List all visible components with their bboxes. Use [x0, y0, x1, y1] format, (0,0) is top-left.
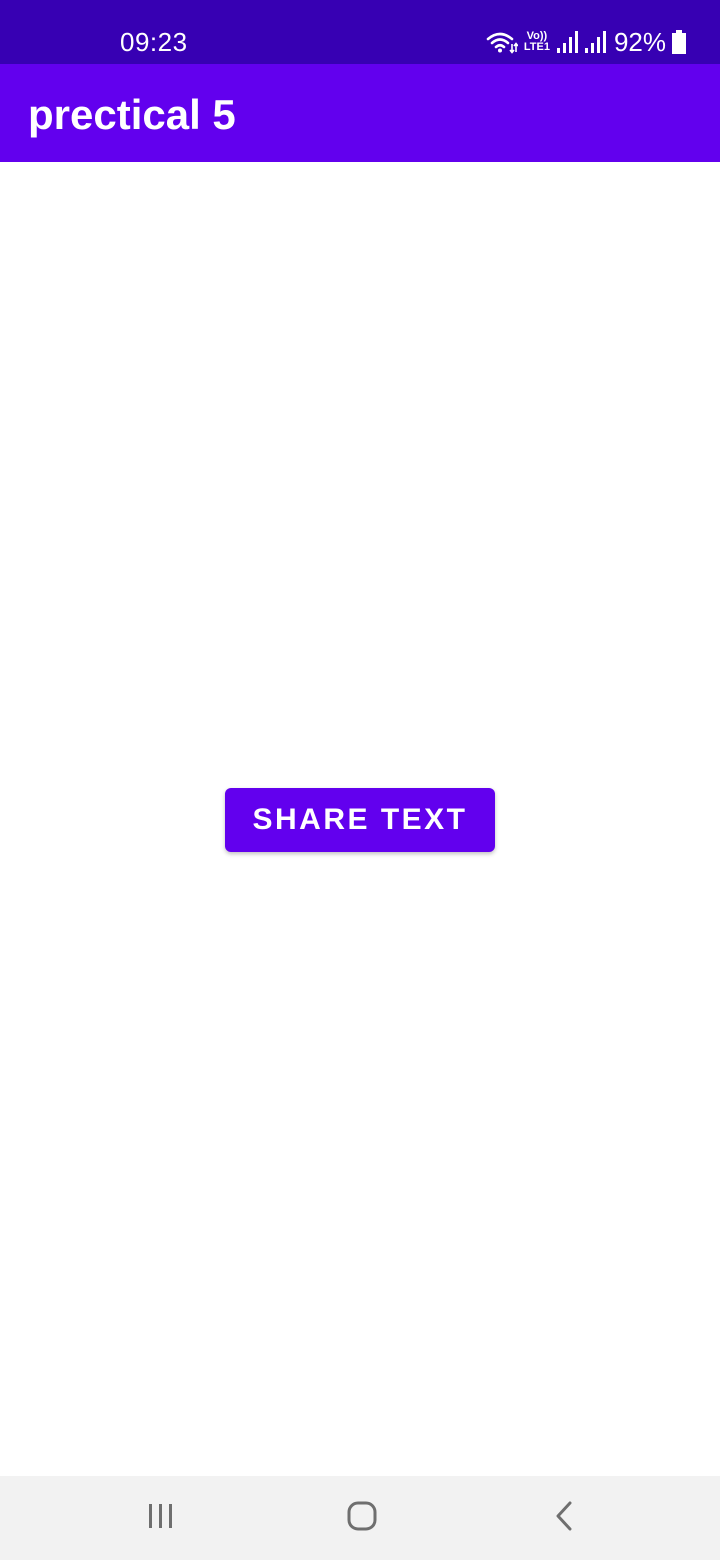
home-icon: [346, 1500, 378, 1537]
lte-label: LTE1: [523, 41, 550, 53]
signal-icon: [584, 31, 606, 53]
share-text-button[interactable]: SHARE TEXT: [225, 788, 495, 852]
recents-icon: [146, 1503, 176, 1534]
back-icon: [553, 1501, 575, 1536]
navigation-bar: [0, 1476, 720, 1560]
main-content: SHARE TEXT: [0, 162, 720, 1476]
page-title: prectical 5: [28, 91, 236, 138]
status-bar: 09:23 Vo)) LTE1 92%: [0, 0, 720, 64]
home-button[interactable]: [302, 1476, 422, 1560]
lte-icon: Vo)) LTE1: [524, 31, 550, 53]
battery-icon: [672, 30, 686, 54]
wifi-icon: [486, 30, 518, 54]
signal-icon: [556, 31, 578, 53]
battery-percent: 92%: [613, 27, 666, 57]
status-time: 09:23: [120, 27, 188, 57]
status-icons: Vo)) LTE1 92%: [486, 26, 686, 58]
app-bar: prectical 5: [0, 64, 720, 162]
recents-button[interactable]: [101, 1476, 221, 1560]
back-button[interactable]: [504, 1476, 624, 1560]
